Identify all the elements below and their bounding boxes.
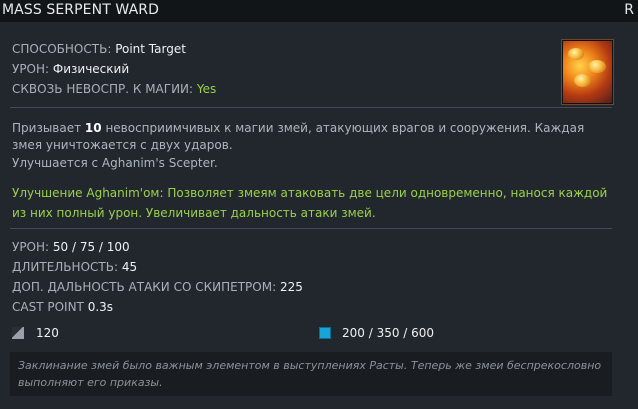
divider <box>10 107 612 108</box>
cooldown-value: 120 <box>36 326 59 340</box>
damage-type-row: УРОН: Физический <box>12 62 129 76</box>
ability-type-row: СПОСОБНОСТЬ: Point Target <box>12 42 186 56</box>
pierce-immunity-row: СКВОЗЬ НЕВОСПР. К МАГИИ: Yes <box>12 82 216 96</box>
serpent-head-icon <box>574 74 591 87</box>
title-bar: MASS SERPENT WARD R <box>0 0 638 22</box>
pierce-immunity-value: Yes <box>196 82 217 96</box>
damage-row: УРОН: 50 / 75 / 100 <box>12 240 130 254</box>
serpent-head-icon <box>588 60 606 73</box>
damage-type-label: УРОН: <box>12 62 50 76</box>
serpent-count: 10 <box>84 121 102 135</box>
ability-type-label: СПОСОБНОСТЬ: <box>12 42 112 56</box>
scepter-range-row: ДОП. ДАЛЬНОСТЬ АТАКИ СО СКИПЕТРОМ: 225 <box>12 280 303 294</box>
cast-point-row: CAST POINT 0.3s <box>12 300 113 314</box>
aghanim-upgrade-text: Улучшение Aghanim'ом: Позволяет змеям ат… <box>12 186 608 220</box>
scepter-range-value: 225 <box>279 280 303 294</box>
cast-point-label: CAST POINT <box>12 300 84 314</box>
cooldown-icon <box>12 327 24 339</box>
ability-title: MASS SERPENT WARD <box>2 2 159 18</box>
description-text: Призывает <box>12 121 85 135</box>
serpent-ward-icon <box>561 39 614 105</box>
mana-icon <box>319 327 331 339</box>
scepter-upgrade-note: Улучшается с Aghanim's Scepter. <box>12 156 218 170</box>
lore-text: Заклинание змей было важным элементом в … <box>10 352 612 396</box>
hotkey-label: R <box>624 2 634 18</box>
mana-cost-value: 200 / 350 / 600 <box>342 326 435 340</box>
duration-row: ДЛИТЕЛЬНОСТЬ: 45 <box>12 260 137 274</box>
ability-description: Призывает 10 невосприимчивых к магии зме… <box>12 120 612 154</box>
scepter-range-label: ДОП. ДАЛЬНОСТЬ АТАКИ СО СКИПЕТРОМ: <box>12 280 277 294</box>
cast-point-value: 0.3s <box>87 300 114 314</box>
ability-type-value: Point Target <box>115 42 186 56</box>
damage-label: УРОН: <box>12 240 50 254</box>
pierce-immunity-label: СКВОЗЬ НЕВОСПР. К МАГИИ: <box>12 82 194 96</box>
damage-value: 50 / 75 / 100 <box>52 240 130 254</box>
serpent-head-icon <box>568 48 584 60</box>
duration-value: 45 <box>121 260 138 274</box>
damage-type-value: Физический <box>52 62 130 76</box>
duration-label: ДЛИТЕЛЬНОСТЬ: <box>12 260 118 274</box>
divider <box>10 228 612 229</box>
